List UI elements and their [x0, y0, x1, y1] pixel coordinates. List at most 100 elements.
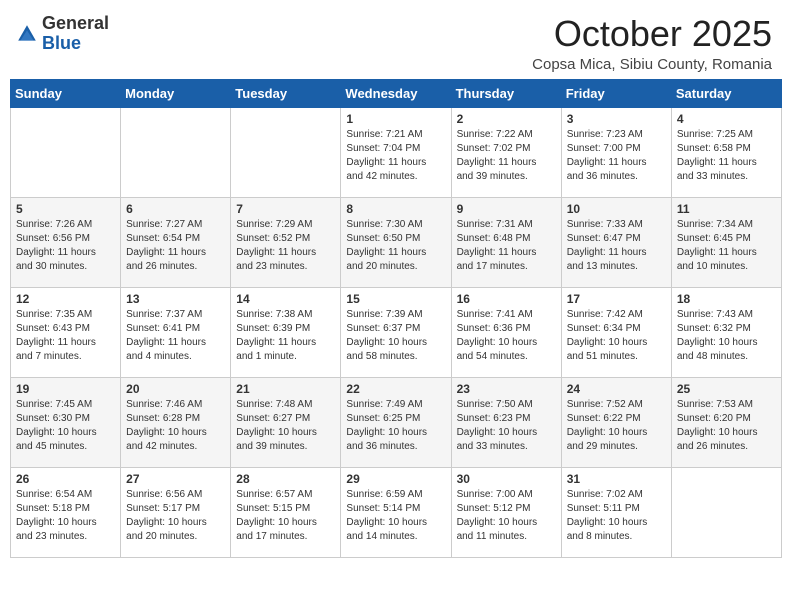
day-cell: 13 Sunrise: 7:37 AM Sunset: 6:41 PM Dayli… — [121, 287, 231, 377]
logo-icon — [16, 23, 38, 45]
logo-blue: Blue — [42, 33, 81, 53]
day-number: 16 — [457, 292, 556, 306]
day-cell — [121, 107, 231, 197]
day-cell: 12 Sunrise: 7:35 AM Sunset: 6:43 PM Dayli… — [11, 287, 121, 377]
day-detail: Sunrise: 6:59 AM Sunset: 5:14 PM Dayligh… — [346, 488, 445, 544]
day-of-week-thursday: Thursday — [451, 79, 561, 107]
day-number: 17 — [567, 292, 666, 306]
day-number: 25 — [677, 382, 776, 396]
day-detail: Sunrise: 7:35 AM Sunset: 6:43 PM Dayligh… — [16, 308, 115, 364]
calendar-table: SundayMondayTuesdayWednesdayThursdayFrid… — [10, 79, 782, 558]
day-cell: 15Sunrise: 7:39 AM Sunset: 6:37 PM Dayli… — [341, 287, 451, 377]
week-row-1: 1 Sunrise: 7:21 AM Sunset: 7:04 PM Daylig… — [11, 107, 782, 197]
day-number: 31 — [567, 472, 666, 486]
day-number: 12 — [16, 292, 115, 306]
day-cell: 22 Sunrise: 7:49 AM Sunset: 6:25 PM Dayli… — [341, 377, 451, 467]
day-number: 6 — [126, 202, 225, 216]
day-cell: 23Sunrise: 7:50 AM Sunset: 6:23 PM Dayli… — [451, 377, 561, 467]
day-number: 13 — [126, 292, 225, 306]
header-row: SundayMondayTuesdayWednesdayThursdayFrid… — [11, 79, 782, 107]
day-cell — [11, 107, 121, 197]
day-cell: 9Sunrise: 7:31 AM Sunset: 6:48 PM Daylig… — [451, 197, 561, 287]
day-cell: 10 Sunrise: 7:33 AM Sunset: 6:47 PM Dayli… — [561, 197, 671, 287]
day-detail: Sunrise: 7:37 AM Sunset: 6:41 PM Dayligh… — [126, 308, 225, 364]
day-detail: Sunrise: 6:56 AM Sunset: 5:17 PM Dayligh… — [126, 488, 225, 544]
day-detail: Sunrise: 7:43 AM Sunset: 6:32 PM Dayligh… — [677, 308, 776, 364]
day-cell: 25 Sunrise: 7:53 AM Sunset: 6:20 PM Dayli… — [671, 377, 781, 467]
day-detail: Sunrise: 7:42 AM Sunset: 6:34 PM Dayligh… — [567, 308, 666, 364]
day-cell: 31Sunrise: 7:02 AM Sunset: 5:11 PM Dayli… — [561, 467, 671, 557]
day-of-week-friday: Friday — [561, 79, 671, 107]
month-title: October 2025 — [532, 14, 772, 54]
day-cell: 24Sunrise: 7:52 AM Sunset: 6:22 PM Dayli… — [561, 377, 671, 467]
day-number: 26 — [16, 472, 115, 486]
day-number: 21 — [236, 382, 335, 396]
page: General Blue October 2025 Copsa Mica, Si… — [0, 0, 792, 612]
day-detail: Sunrise: 7:25 AM Sunset: 6:58 PM Dayligh… — [677, 128, 776, 184]
day-number: 11 — [677, 202, 776, 216]
day-cell: 26 Sunrise: 6:54 AM Sunset: 5:18 PM Dayli… — [11, 467, 121, 557]
location-title: Copsa Mica, Sibiu County, Romania — [532, 56, 772, 73]
day-number: 28 — [236, 472, 335, 486]
calendar: SundayMondayTuesdayWednesdayThursdayFrid… — [0, 79, 792, 612]
day-number: 30 — [457, 472, 556, 486]
day-detail: Sunrise: 7:41 AM Sunset: 6:36 PM Dayligh… — [457, 308, 556, 364]
day-number: 3 — [567, 112, 666, 126]
day-number: 23 — [457, 382, 556, 396]
day-number: 8 — [346, 202, 445, 216]
day-cell: 11 Sunrise: 7:34 AM Sunset: 6:45 PM Dayli… — [671, 197, 781, 287]
day-cell: 7Sunrise: 7:29 AM Sunset: 6:52 PM Daylig… — [231, 197, 341, 287]
day-of-week-tuesday: Tuesday — [231, 79, 341, 107]
week-row-4: 19Sunrise: 7:45 AM Sunset: 6:30 PM Dayli… — [11, 377, 782, 467]
day-number: 29 — [346, 472, 445, 486]
day-detail: Sunrise: 6:54 AM Sunset: 5:18 PM Dayligh… — [16, 488, 115, 544]
day-detail: Sunrise: 7:52 AM Sunset: 6:22 PM Dayligh… — [567, 398, 666, 454]
day-detail: Sunrise: 7:30 AM Sunset: 6:50 PM Dayligh… — [346, 218, 445, 274]
day-detail: Sunrise: 7:34 AM Sunset: 6:45 PM Dayligh… — [677, 218, 776, 274]
day-detail: Sunrise: 7:49 AM Sunset: 6:25 PM Dayligh… — [346, 398, 445, 454]
day-cell: 19Sunrise: 7:45 AM Sunset: 6:30 PM Dayli… — [11, 377, 121, 467]
day-number: 14 — [236, 292, 335, 306]
day-detail: Sunrise: 7:23 AM Sunset: 7:00 PM Dayligh… — [567, 128, 666, 184]
day-cell — [671, 467, 781, 557]
day-number: 2 — [457, 112, 556, 126]
day-detail: Sunrise: 7:27 AM Sunset: 6:54 PM Dayligh… — [126, 218, 225, 274]
day-cell: 17 Sunrise: 7:42 AM Sunset: 6:34 PM Dayli… — [561, 287, 671, 377]
day-cell — [231, 107, 341, 197]
day-cell: 6 Sunrise: 7:27 AM Sunset: 6:54 PM Daylig… — [121, 197, 231, 287]
day-detail: Sunrise: 7:26 AM Sunset: 6:56 PM Dayligh… — [16, 218, 115, 274]
week-row-5: 26 Sunrise: 6:54 AM Sunset: 5:18 PM Dayli… — [11, 467, 782, 557]
day-of-week-wednesday: Wednesday — [341, 79, 451, 107]
day-cell: 30 Sunrise: 7:00 AM Sunset: 5:12 PM Dayli… — [451, 467, 561, 557]
day-number: 27 — [126, 472, 225, 486]
day-of-week-monday: Monday — [121, 79, 231, 107]
day-of-week-saturday: Saturday — [671, 79, 781, 107]
day-detail: Sunrise: 7:48 AM Sunset: 6:27 PM Dayligh… — [236, 398, 335, 454]
day-number: 10 — [567, 202, 666, 216]
day-number: 15 — [346, 292, 445, 306]
day-cell: 27 Sunrise: 6:56 AM Sunset: 5:17 PM Dayli… — [121, 467, 231, 557]
day-number: 20 — [126, 382, 225, 396]
day-number: 7 — [236, 202, 335, 216]
day-cell: 21 Sunrise: 7:48 AM Sunset: 6:27 PM Dayli… — [231, 377, 341, 467]
day-detail: Sunrise: 7:00 AM Sunset: 5:12 PM Dayligh… — [457, 488, 556, 544]
day-cell: 18 Sunrise: 7:43 AM Sunset: 6:32 PM Dayli… — [671, 287, 781, 377]
day-number: 18 — [677, 292, 776, 306]
day-detail: Sunrise: 7:38 AM Sunset: 6:39 PM Dayligh… — [236, 308, 335, 364]
day-number: 22 — [346, 382, 445, 396]
day-cell: 16 Sunrise: 7:41 AM Sunset: 6:36 PM Dayli… — [451, 287, 561, 377]
day-detail: Sunrise: 7:33 AM Sunset: 6:47 PM Dayligh… — [567, 218, 666, 274]
header: General Blue October 2025 Copsa Mica, Si… — [0, 0, 792, 79]
title-block: October 2025 Copsa Mica, Sibiu County, R… — [532, 14, 772, 73]
week-row-2: 5Sunrise: 7:26 AM Sunset: 6:56 PM Daylig… — [11, 197, 782, 287]
day-cell: 3 Sunrise: 7:23 AM Sunset: 7:00 PM Daylig… — [561, 107, 671, 197]
logo-general: General — [42, 13, 109, 33]
day-of-week-sunday: Sunday — [11, 79, 121, 107]
day-number: 1 — [346, 112, 445, 126]
day-detail: Sunrise: 7:46 AM Sunset: 6:28 PM Dayligh… — [126, 398, 225, 454]
day-cell: 14 Sunrise: 7:38 AM Sunset: 6:39 PM Dayli… — [231, 287, 341, 377]
day-detail: Sunrise: 7:31 AM Sunset: 6:48 PM Dayligh… — [457, 218, 556, 274]
day-cell: 20 Sunrise: 7:46 AM Sunset: 6:28 PM Dayli… — [121, 377, 231, 467]
day-detail: Sunrise: 7:53 AM Sunset: 6:20 PM Dayligh… — [677, 398, 776, 454]
day-detail: Sunrise: 7:21 AM Sunset: 7:04 PM Dayligh… — [346, 128, 445, 184]
